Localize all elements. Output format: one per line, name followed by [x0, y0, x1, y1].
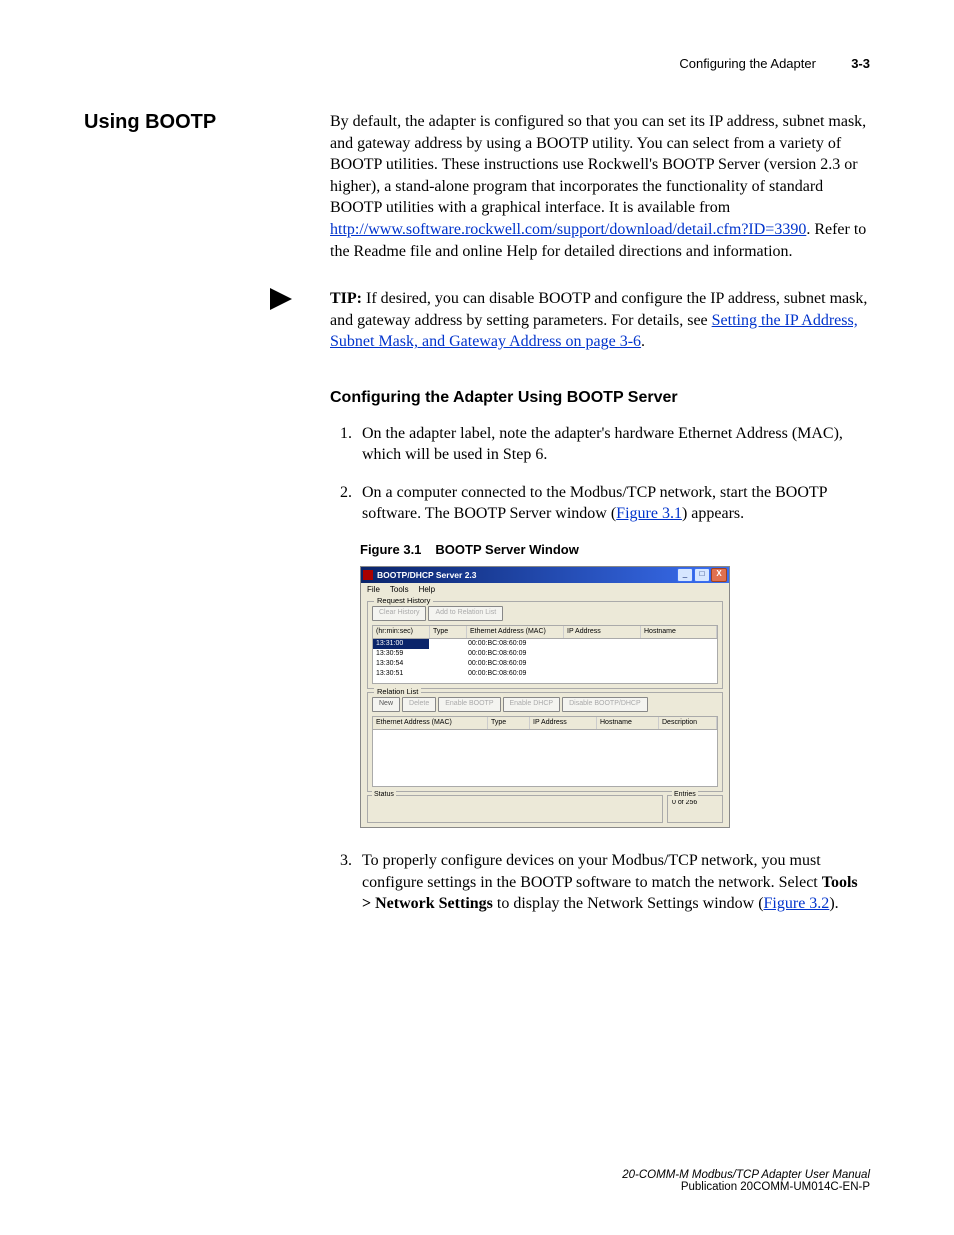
- page-number: 3-3: [851, 56, 870, 71]
- tip-block: TIP: If desired, you can disable BOOTP a…: [330, 288, 870, 353]
- maximize-button[interactable]: □: [694, 568, 710, 582]
- intro-paragraph: By default, the adapter is configured so…: [330, 111, 870, 262]
- menu-file[interactable]: File: [367, 585, 380, 596]
- tip-arrow-icon: [270, 288, 292, 310]
- section-heading: Using BOOTP: [84, 111, 216, 134]
- step-2: On a computer connected to the Modbus/TC…: [356, 482, 870, 525]
- steps-list: On the adapter label, note the adapter's…: [330, 423, 870, 525]
- clear-history-button[interactable]: Clear History: [372, 606, 426, 621]
- enable-dhcp-button[interactable]: Enable DHCP: [503, 697, 561, 712]
- steps-list-cont: To properly configure devices on your Mo…: [330, 850, 870, 915]
- step-1: On the adapter label, note the adapter's…: [356, 423, 870, 466]
- tip-label: TIP:: [330, 290, 362, 307]
- window-title: BOOTP/DHCP Server 2.3: [377, 570, 677, 581]
- status-box: Status: [367, 795, 663, 823]
- request-history-group: Request History Clear History Add to Rel…: [367, 601, 723, 689]
- table-row: 13:31:0000:00:BC:08:60:09: [373, 639, 717, 649]
- menu-help[interactable]: Help: [419, 585, 435, 596]
- relation-list-group: Relation List New Delete Enable BOOTP En…: [367, 692, 723, 792]
- table-row: 13:30:5400:00:BC:08:60:09: [373, 659, 717, 669]
- relation-columns: Ethernet Address (MAC) Type IP Address H…: [372, 716, 718, 730]
- delete-button[interactable]: Delete: [402, 697, 436, 712]
- table-row: 13:30:5900:00:BC:08:60:09: [373, 649, 717, 659]
- new-button[interactable]: New: [372, 697, 400, 712]
- page-header: Configuring the Adapter 3-3: [84, 56, 870, 71]
- app-icon: [363, 570, 373, 580]
- entries-box: Entries 0 of 256: [667, 795, 723, 823]
- step-3: To properly configure devices on your Mo…: [356, 850, 870, 915]
- add-relation-button[interactable]: Add to Relation List: [428, 606, 503, 621]
- footer-publication: Publication 20COMM-UM014C-EN-P: [622, 1181, 870, 1193]
- page-footer: 20-COMM-M Modbus/TCP Adapter User Manual…: [622, 1169, 870, 1193]
- footer-manual-title: 20-COMM-M Modbus/TCP Adapter User Manual: [622, 1169, 870, 1181]
- relation-rows[interactable]: [372, 730, 718, 787]
- sub-heading: Configuring the Adapter Using BOOTP Serv…: [330, 387, 870, 409]
- rockwell-link[interactable]: http://www.software.rockwell.com/support…: [330, 221, 806, 238]
- request-rows[interactable]: 13:31:0000:00:BC:08:60:09 13:30:5900:00:…: [372, 639, 718, 684]
- chapter-title: Configuring the Adapter: [679, 56, 816, 71]
- figure-caption: Figure 3.1BOOTP Server Window: [360, 541, 870, 559]
- bootp-window: BOOTP/DHCP Server 2.3 _ □ X File Tools H…: [360, 566, 730, 828]
- minimize-button[interactable]: _: [677, 568, 693, 582]
- enable-bootp-button[interactable]: Enable BOOTP: [438, 697, 500, 712]
- table-row: 13:30:5100:00:BC:08:60:09: [373, 669, 717, 679]
- figure-3-2-link[interactable]: Figure 3.2: [764, 895, 830, 912]
- figure-3-1-link[interactable]: Figure 3.1: [616, 505, 682, 522]
- menu-tools[interactable]: Tools: [390, 585, 409, 596]
- disable-bootp-dhcp-button[interactable]: Disable BOOTP/DHCP: [562, 697, 648, 712]
- request-columns: (hr:min:sec) Type Ethernet Address (MAC)…: [372, 625, 718, 639]
- close-button[interactable]: X: [711, 568, 727, 582]
- titlebar: BOOTP/DHCP Server 2.3 _ □ X: [361, 567, 729, 583]
